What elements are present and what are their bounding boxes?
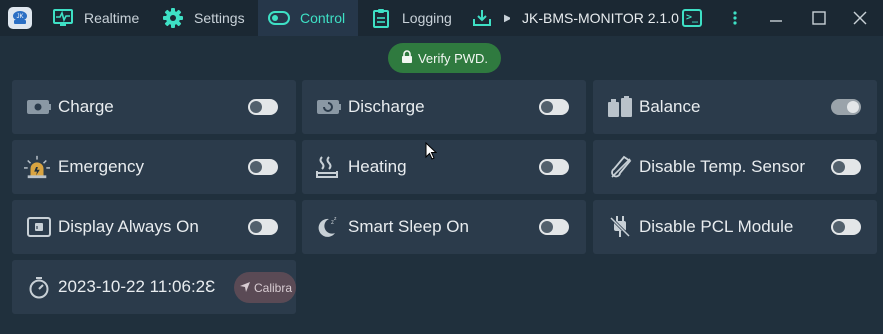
clock-datetime: 2023-10-22 11:06:2Ɛ	[58, 277, 216, 296]
title-bar: JK Realtime Settings Control Logging ▶ J…	[0, 0, 883, 36]
plug-off-icon	[607, 215, 633, 239]
tab-settings[interactable]: Settings	[158, 0, 254, 36]
battery-discharge-icon	[316, 95, 342, 119]
monitor-pulse-icon	[52, 7, 74, 29]
verify-label: Verify PWD.	[417, 50, 489, 66]
tab-label: Logging	[402, 10, 452, 26]
tab-label: Settings	[194, 10, 245, 26]
disable-pcl-module-toggle[interactable]	[831, 219, 861, 235]
tab-download[interactable]: ▶	[470, 0, 510, 36]
battery-balance-icon	[607, 95, 633, 119]
app-logo-text: JK	[16, 14, 23, 20]
control-card-disable-temp-sensor: Disable Temp. Sensor	[593, 140, 877, 194]
terminal-icon[interactable]: >_	[682, 9, 702, 27]
clock-card: 2023-10-22 11:06:2Ɛ Calibra	[12, 260, 296, 314]
balance-toggle[interactable]	[831, 99, 861, 115]
control-label: Smart Sleep On	[348, 217, 469, 236]
battery-charge-icon	[26, 95, 52, 119]
toggle-icon	[268, 7, 290, 29]
mouse-cursor-icon	[425, 141, 438, 165]
tab-logging[interactable]: Logging	[364, 0, 466, 36]
control-card-heating: Heating	[302, 140, 586, 194]
svg-text:z: z	[334, 216, 337, 222]
send-icon	[240, 281, 250, 295]
clipboard-icon	[370, 7, 392, 29]
control-label: Charge	[58, 97, 114, 116]
alarm-light-icon	[24, 155, 50, 179]
lock-icon	[401, 49, 413, 67]
tab-realtime[interactable]: Realtime	[46, 0, 150, 36]
download-icon	[472, 7, 494, 29]
calibrate-button[interactable]: Calibra	[234, 272, 296, 303]
disable-temp-sensor-toggle[interactable]	[831, 159, 861, 175]
tab-label: Realtime	[84, 10, 140, 26]
control-card-disable-pcl-module: Disable PCL Module	[593, 200, 877, 254]
temperature-sensor-off-icon	[607, 155, 633, 179]
smart-sleep-on-toggle[interactable]	[539, 219, 569, 235]
heating-icon	[314, 155, 340, 179]
display-always-on-toggle[interactable]	[248, 219, 278, 235]
heating-toggle[interactable]	[539, 159, 569, 175]
control-card-emergency: Emergency	[12, 140, 296, 194]
control-label: Heating	[348, 157, 407, 176]
discharge-toggle[interactable]	[539, 99, 569, 115]
control-label: Emergency	[58, 157, 144, 176]
maximize-icon[interactable]	[799, 0, 839, 36]
gear-icon	[162, 7, 184, 29]
tab-overflow-arrow-icon: ▶	[504, 12, 510, 24]
control-card-discharge: Discharge	[302, 80, 586, 134]
moon-sleep-icon: zz	[314, 215, 340, 239]
tab-label: Control	[300, 10, 346, 26]
tab-control[interactable]: Control	[258, 0, 358, 36]
calibrate-label: Calibra	[254, 280, 293, 295]
close-icon[interactable]	[840, 0, 880, 36]
control-label: Discharge	[348, 97, 425, 116]
control-card-smart-sleep-on: zz Smart Sleep On	[302, 200, 586, 254]
emergency-toggle[interactable]	[248, 159, 278, 175]
app-logo: JK	[8, 7, 32, 29]
control-label: Balance	[639, 97, 701, 116]
control-card-charge: Charge	[12, 80, 296, 134]
minimize-icon[interactable]	[756, 0, 796, 36]
more-vertical-icon[interactable]	[715, 0, 755, 36]
verify-password-button[interactable]: Verify PWD.	[388, 43, 501, 73]
control-card-balance: Balance	[593, 80, 877, 134]
control-label: Display Always On	[58, 217, 199, 236]
charge-toggle[interactable]	[248, 99, 278, 115]
display-icon	[26, 215, 52, 239]
control-label: Disable Temp. Sensor	[639, 157, 805, 176]
timer-icon	[26, 276, 52, 300]
control-label: Disable PCL Module	[639, 217, 794, 236]
control-card-display-always-on: Display Always On	[12, 200, 296, 254]
app-title: JK-BMS-MONITOR 2.1.0	[522, 10, 679, 26]
